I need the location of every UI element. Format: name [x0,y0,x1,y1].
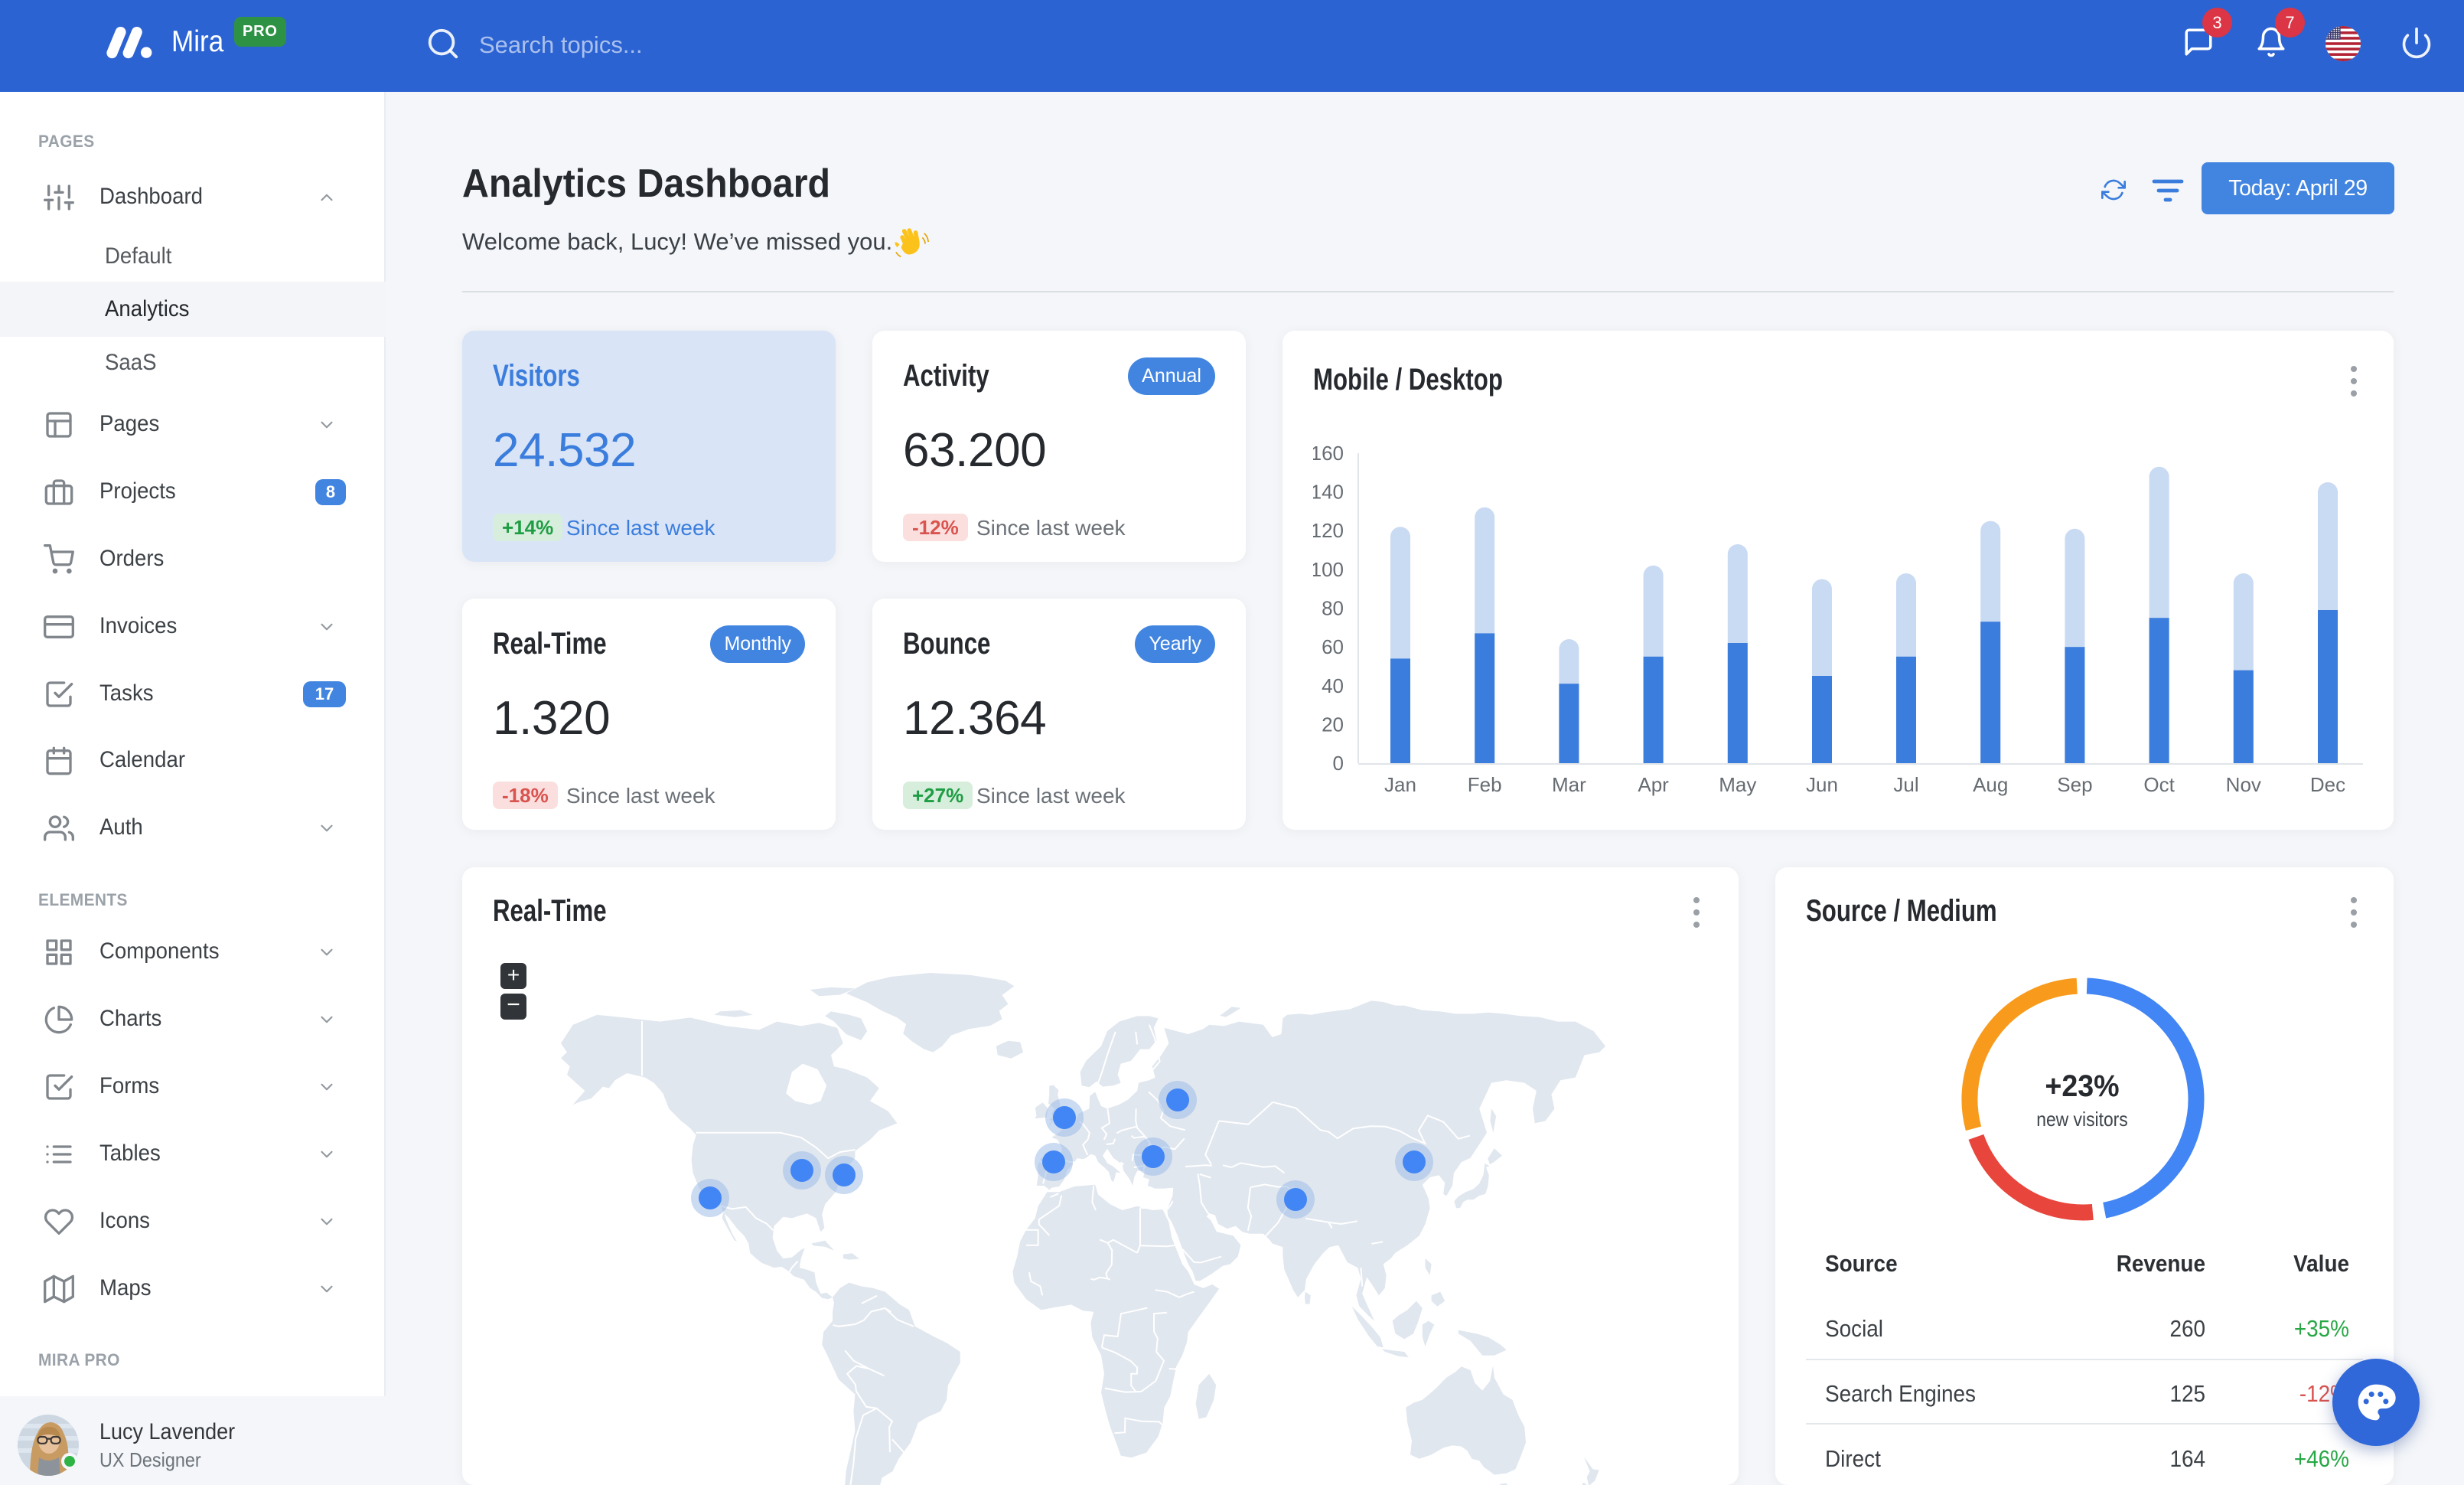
svg-text:Mar: Mar [1552,773,1586,796]
svg-text:80: 80 [1322,597,1344,620]
svg-text:Apr: Apr [1638,773,1669,796]
svg-text:160: 160 [1313,444,1344,465]
svg-text:Jun: Jun [1806,773,1838,796]
svg-text:Feb: Feb [1468,773,1502,796]
svg-text:20: 20 [1322,713,1344,736]
svg-text:Sep: Sep [2057,773,2092,796]
svg-text:Jan: Jan [1384,773,1416,796]
svg-text:Jul: Jul [1893,773,1918,796]
svg-text:0: 0 [1333,752,1344,775]
svg-text:Nov: Nov [2226,773,2261,796]
svg-text:Oct: Oct [2143,773,2175,796]
svg-text:40: 40 [1322,674,1344,697]
svg-text:120: 120 [1313,519,1344,542]
svg-text:Aug: Aug [1973,773,2008,796]
svg-text:May: May [1719,773,1756,796]
svg-text:100: 100 [1313,558,1344,581]
svg-text:Dec: Dec [2310,773,2345,796]
svg-text:60: 60 [1322,635,1344,658]
svg-text:140: 140 [1313,481,1344,504]
